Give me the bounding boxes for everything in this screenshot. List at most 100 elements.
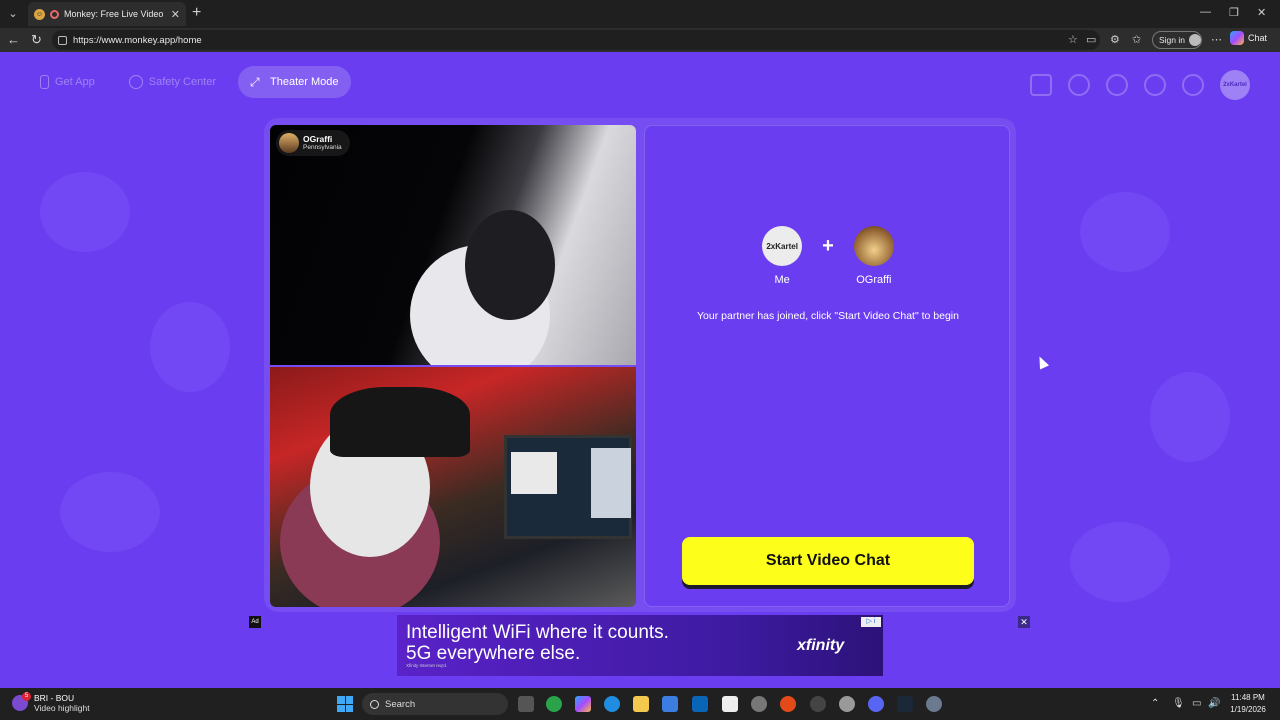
refresh-icon[interactable]: ↻: [31, 32, 42, 48]
close-tab-icon[interactable]: ✕: [171, 8, 180, 21]
app-icon[interactable]: [810, 696, 826, 712]
sign-in-button[interactable]: Sign in: [1152, 31, 1202, 49]
url-text: https://www.monkey.app/home: [73, 34, 202, 46]
ad-close-button[interactable]: ✕: [1018, 616, 1030, 628]
copilot-app-icon[interactable]: [575, 696, 591, 712]
address-bar[interactable]: https://www.monkey.app/home: [52, 30, 1100, 50]
ad-line-1: Intelligent WiFi where it counts.: [406, 622, 669, 643]
clock-date[interactable]: 1/19/2026: [1226, 705, 1270, 714]
store-app-icon[interactable]: [662, 696, 678, 712]
network-icon[interactable]: ▭: [1192, 698, 1201, 709]
theater-mode-label: Theater Mode: [270, 76, 339, 88]
safety-center-label: Safety Center: [148, 76, 217, 88]
search-icon[interactable]: [1068, 74, 1090, 96]
widget-title: BRI - BOU: [34, 693, 75, 703]
steam-icon[interactable]: [897, 696, 913, 712]
chat-label: Chat: [1248, 33, 1268, 43]
windows-start-icon[interactable]: [337, 696, 353, 712]
browser-tab[interactable]: ☺ Monkey: Free Live Video Chat ✕: [28, 2, 186, 26]
safety-center-button[interactable]: Safety Center: [117, 66, 228, 98]
browser-tab-strip: ⌄ ☺ Monkey: Free Live Video Chat ✕ + — ❐…: [0, 0, 1280, 28]
top-nav: Get App Safety Center ⤢ Theater Mode: [28, 66, 351, 98]
volume-icon[interactable]: 🔊: [1208, 698, 1220, 709]
search-icon: [370, 699, 379, 709]
top-right-icons: 2xKartel: [1030, 70, 1250, 100]
chat-stage: OGraffi Pennsylvania 2xKartel Me + OGraf…: [264, 118, 1016, 612]
widget-subtitle: Video highlight: [34, 703, 90, 713]
close-window-icon[interactable]: ✕: [1257, 6, 1266, 19]
ad-line-2: 5G everywhere else.: [406, 643, 581, 664]
copilot-chat-button[interactable]: Chat: [1230, 31, 1267, 45]
partner-avatar: [279, 133, 299, 153]
ad-label: Ad: [249, 616, 261, 628]
brave-icon[interactable]: [780, 696, 796, 712]
me-label: Me: [774, 274, 790, 286]
background-monitor: [504, 435, 632, 539]
minimize-icon[interactable]: —: [1200, 6, 1211, 18]
partner-location: Pennsylvania: [303, 143, 342, 151]
ad-choices-icon[interactable]: ▷ i: [861, 617, 881, 627]
xbox-icon[interactable]: [546, 696, 562, 712]
partner-label: OGraffi: [856, 274, 892, 286]
coin-icon[interactable]: [1106, 74, 1128, 96]
outlook-icon[interactable]: [692, 696, 708, 712]
history-icon[interactable]: [1144, 74, 1166, 96]
match-pair: 2xKartel Me + OGraffi: [645, 226, 1011, 286]
me-avatar: 2xKartel: [762, 226, 803, 266]
partner-joined-message: Your partner has joined, click "Start Vi…: [697, 310, 959, 322]
partner-user-tag[interactable]: OGraffi Pennsylvania: [276, 130, 350, 156]
taskbar-widget[interactable]: 5 BRI - BOU Video highlight: [12, 692, 90, 713]
back-icon[interactable]: ←: [7, 32, 20, 48]
restore-icon[interactable]: ❐: [1229, 6, 1239, 19]
partner-username: OGraffi: [303, 133, 333, 144]
favorites-icon[interactable]: ✩: [1132, 33, 1141, 46]
recording-icon: [50, 9, 59, 19]
mouse-cursor-icon: [1034, 354, 1050, 370]
store-icon[interactable]: [1030, 74, 1052, 96]
get-app-label: Get App: [55, 76, 95, 88]
settings-app-icon[interactable]: [839, 696, 855, 712]
get-app-button[interactable]: Get App: [28, 66, 107, 98]
monkey-page: Get App Safety Center ⤢ Theater Mode 2xK…: [0, 52, 1280, 688]
windows-taskbar: 5 BRI - BOU Video highlight Search ⌃ 🎙 ▭…: [0, 688, 1280, 720]
ad-fine-print: Xfinity Internet req'd.: [406, 663, 448, 668]
new-tab-icon[interactable]: +: [192, 4, 201, 22]
self-video: [270, 367, 636, 607]
discord-icon[interactable]: [868, 696, 884, 712]
expand-icon: ⤢: [250, 75, 260, 89]
tray-chevron-up-icon[interactable]: ⌃: [1151, 698, 1159, 709]
widget-icon: 5: [12, 692, 31, 711]
favorite-star-icon[interactable]: ☆: [1068, 33, 1078, 46]
ad-banner[interactable]: Intelligent WiFi where it counts. 5G eve…: [397, 615, 883, 676]
gear-app-icon[interactable]: [926, 696, 942, 712]
ad-brand-logo: xfinity: [797, 637, 845, 654]
messages-icon[interactable]: [1182, 74, 1204, 96]
notepad-icon[interactable]: [722, 696, 738, 712]
copilot-icon: [1230, 31, 1244, 45]
partner-person: OGraffi: [853, 226, 894, 286]
partner-match-avatar: [853, 226, 894, 266]
camera-icon[interactable]: ▭: [1086, 33, 1096, 46]
tab-list-chevron-icon[interactable]: ⌄: [4, 5, 22, 23]
microphone-icon[interactable]: 🎙: [1172, 698, 1185, 709]
taskbar-search-label: Search: [385, 698, 416, 710]
edge-icon[interactable]: [604, 696, 620, 712]
task-view-icon[interactable]: [518, 696, 534, 712]
widget-badge: 5: [22, 692, 31, 701]
theater-mode-button[interactable]: ⤢ Theater Mode: [238, 66, 351, 98]
more-menu-icon[interactable]: ⋯: [1211, 33, 1222, 46]
clock-time[interactable]: 11:48 PM: [1226, 693, 1270, 702]
me-person: 2xKartel Me: [762, 226, 803, 286]
profile-avatar[interactable]: 2xKartel: [1220, 70, 1250, 100]
phone-icon: [40, 75, 49, 89]
file-explorer-icon[interactable]: [633, 696, 649, 712]
obs-icon[interactable]: [751, 696, 767, 712]
site-info-icon[interactable]: [58, 35, 67, 45]
sign-in-label: Sign in: [1159, 35, 1185, 45]
start-video-chat-button[interactable]: Start Video Chat: [682, 537, 974, 585]
plus-icon: +: [822, 235, 834, 257]
shield-icon: [128, 75, 143, 89]
taskbar-search[interactable]: Search: [362, 693, 508, 715]
extensions-icon[interactable]: ⚙: [1110, 33, 1120, 46]
match-panel: 2xKartel Me + OGraffi Your partner has j…: [644, 125, 1010, 607]
